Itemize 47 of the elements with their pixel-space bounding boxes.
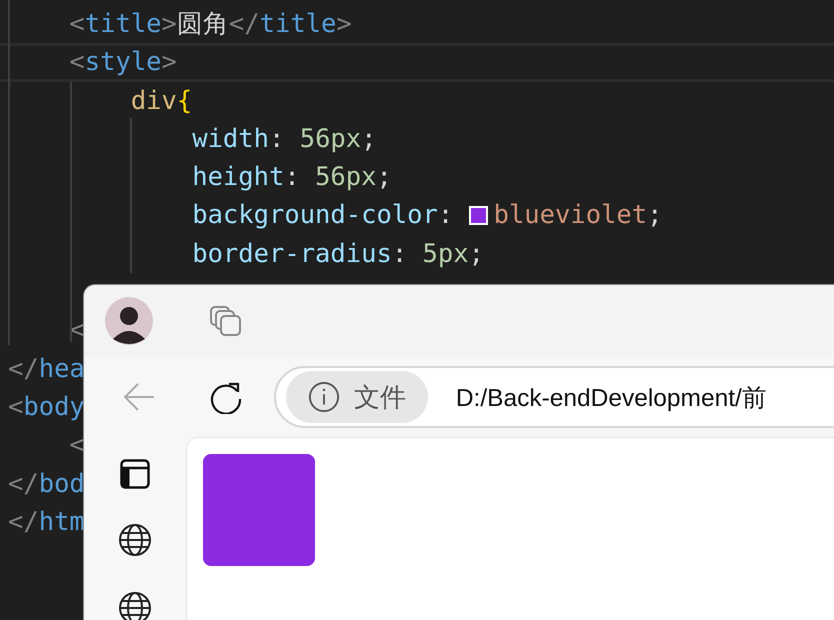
code-brace: { xyxy=(176,86,192,116)
color-swatch[interactable] xyxy=(468,206,488,226)
code-text: : xyxy=(392,238,408,269)
code-punctuation: < xyxy=(68,47,85,78)
code-text: ; xyxy=(376,162,392,192)
code-text: ; xyxy=(361,124,376,154)
tag-name: title xyxy=(84,9,162,39)
code-punctuation: < xyxy=(8,392,24,422)
css-value: blueviolet xyxy=(494,200,648,230)
code-punctuation: > xyxy=(162,9,177,39)
tag-name: bod xyxy=(38,468,85,499)
css-number: 56px xyxy=(300,124,362,154)
info-icon xyxy=(308,381,340,413)
code-punctuation: > xyxy=(336,9,352,39)
tag-name: hea xyxy=(38,354,85,384)
url-text: D:/Back-endDevelopment/前 xyxy=(456,384,767,414)
tag-name: body xyxy=(23,392,85,422)
code-punctuation: < xyxy=(68,430,85,460)
css-property: background-color xyxy=(191,200,438,230)
code-punctuation: </ xyxy=(8,468,39,499)
css-number: 56px xyxy=(315,162,376,192)
css-property: border-radius xyxy=(191,238,392,269)
code-text: ; xyxy=(468,238,484,269)
code-punctuation: < xyxy=(68,9,85,39)
sidebar-icon[interactable] xyxy=(120,459,150,489)
css-selector: div xyxy=(130,86,177,116)
avatar-icon[interactable] xyxy=(105,297,153,345)
code-punctuation: </ xyxy=(228,9,260,39)
code-punctuation: </ xyxy=(8,506,39,537)
code-punctuation: </ xyxy=(8,354,39,384)
tag-name: title xyxy=(260,9,336,39)
code-text: : xyxy=(284,162,301,192)
tag-name: htm xyxy=(38,506,85,537)
code-text: : xyxy=(269,124,286,154)
globe-icon[interactable] xyxy=(118,591,152,620)
code-punctuation: > xyxy=(162,47,177,78)
address-bar[interactable]: 文件 D:/Back-endDevelopment/前 xyxy=(274,366,834,428)
css-property: height xyxy=(191,162,284,192)
globe-icon[interactable] xyxy=(118,523,152,557)
code-text: 圆角 xyxy=(176,9,229,39)
tag-name: style xyxy=(84,47,162,78)
tabs-icon[interactable] xyxy=(209,304,243,338)
css-number: 5px xyxy=(422,238,469,269)
css-property: width xyxy=(191,124,269,154)
code-text: ; xyxy=(647,200,662,230)
file-info-button[interactable]: 文件 xyxy=(286,371,428,423)
code-text: : xyxy=(438,200,454,230)
